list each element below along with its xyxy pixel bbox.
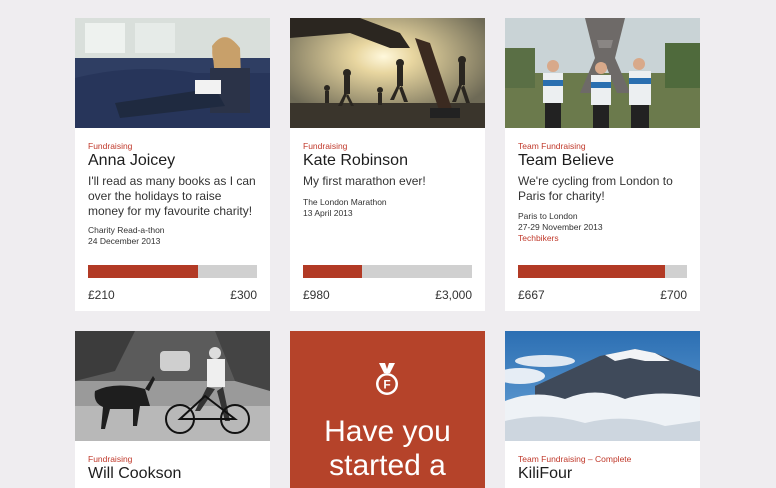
- fundraiser-name[interactable]: Will Cookson: [88, 465, 181, 483]
- progress-bar: [88, 265, 257, 278]
- fundraiser-photo[interactable]: [75, 18, 270, 128]
- card-category: Fundraising: [88, 141, 133, 151]
- progress-bar: [303, 265, 472, 278]
- fundraiser-name[interactable]: Team Believe: [518, 152, 614, 170]
- progress-bar: [518, 265, 687, 278]
- amount-target: £700: [660, 288, 687, 302]
- fundraiser-description: I'll read as many books as I can over th…: [88, 174, 256, 218]
- event-name: The London Marathon: [303, 197, 387, 207]
- fundraiser-grid: Fundraising Anna Joicey I'll read as man…: [75, 18, 700, 488]
- amount-target: £300: [230, 288, 257, 302]
- progress-fill: [88, 265, 198, 278]
- medal-icon: F: [374, 363, 400, 402]
- fundraiser-photo[interactable]: [75, 331, 270, 441]
- event-date: 24 December 2013: [88, 236, 161, 246]
- progress-fill: [518, 265, 666, 278]
- fundraiser-card[interactable]: Fundraising Kate Robinson My first marat…: [290, 18, 485, 311]
- cta-headline: Have you started a: [324, 415, 451, 482]
- fundraiser-card[interactable]: Fundraising Will Cookson: [75, 331, 270, 488]
- fundraiser-card[interactable]: Fundraising Anna Joicey I'll read as man…: [75, 18, 270, 311]
- fundraiser-photo[interactable]: [290, 18, 485, 128]
- event-details: Charity Read-a-thon 24 December 2013: [88, 225, 165, 247]
- card-category: Fundraising: [303, 141, 348, 151]
- fundraiser-description: My first marathon ever!: [303, 174, 426, 188]
- amount-raised: £980: [303, 288, 330, 302]
- amount-raised: £667: [518, 288, 545, 302]
- event-date: 27-29 November 2013: [518, 222, 603, 232]
- start-fundraising-cta[interactable]: F Have you started a: [290, 331, 485, 488]
- amount-raised: £210: [88, 288, 115, 302]
- fundraiser-card[interactable]: Team Fundraising Team Believe We're cycl…: [505, 18, 700, 311]
- fundraiser-name[interactable]: Anna Joicey: [88, 152, 175, 170]
- fundraiser-photo[interactable]: [505, 331, 700, 441]
- fundraiser-name[interactable]: Kate Robinson: [303, 152, 408, 170]
- event-details: The London Marathon 13 April 2013: [303, 197, 387, 219]
- amount-target: £3,000: [435, 288, 472, 302]
- svg-text:F: F: [383, 378, 390, 392]
- event-date: 13 April 2013: [303, 208, 353, 218]
- progress-fill: [303, 265, 363, 278]
- fundraiser-card[interactable]: Team Fundraising – Complete KiliFour: [505, 331, 700, 488]
- card-category: Fundraising: [88, 454, 133, 464]
- fundraiser-description: We're cycling from London to Paris for c…: [518, 174, 673, 203]
- card-category: Team Fundraising – Complete: [518, 454, 632, 464]
- event-details: Paris to London 27-29 November 2013 Tech…: [518, 211, 603, 244]
- event-name: Charity Read-a-thon: [88, 225, 165, 235]
- fundraiser-name[interactable]: KiliFour: [518, 465, 572, 483]
- team-link[interactable]: Techbikers: [518, 233, 603, 244]
- card-category: Team Fundraising: [518, 141, 586, 151]
- fundraiser-photo[interactable]: [505, 18, 700, 128]
- event-name: Paris to London: [518, 211, 578, 221]
